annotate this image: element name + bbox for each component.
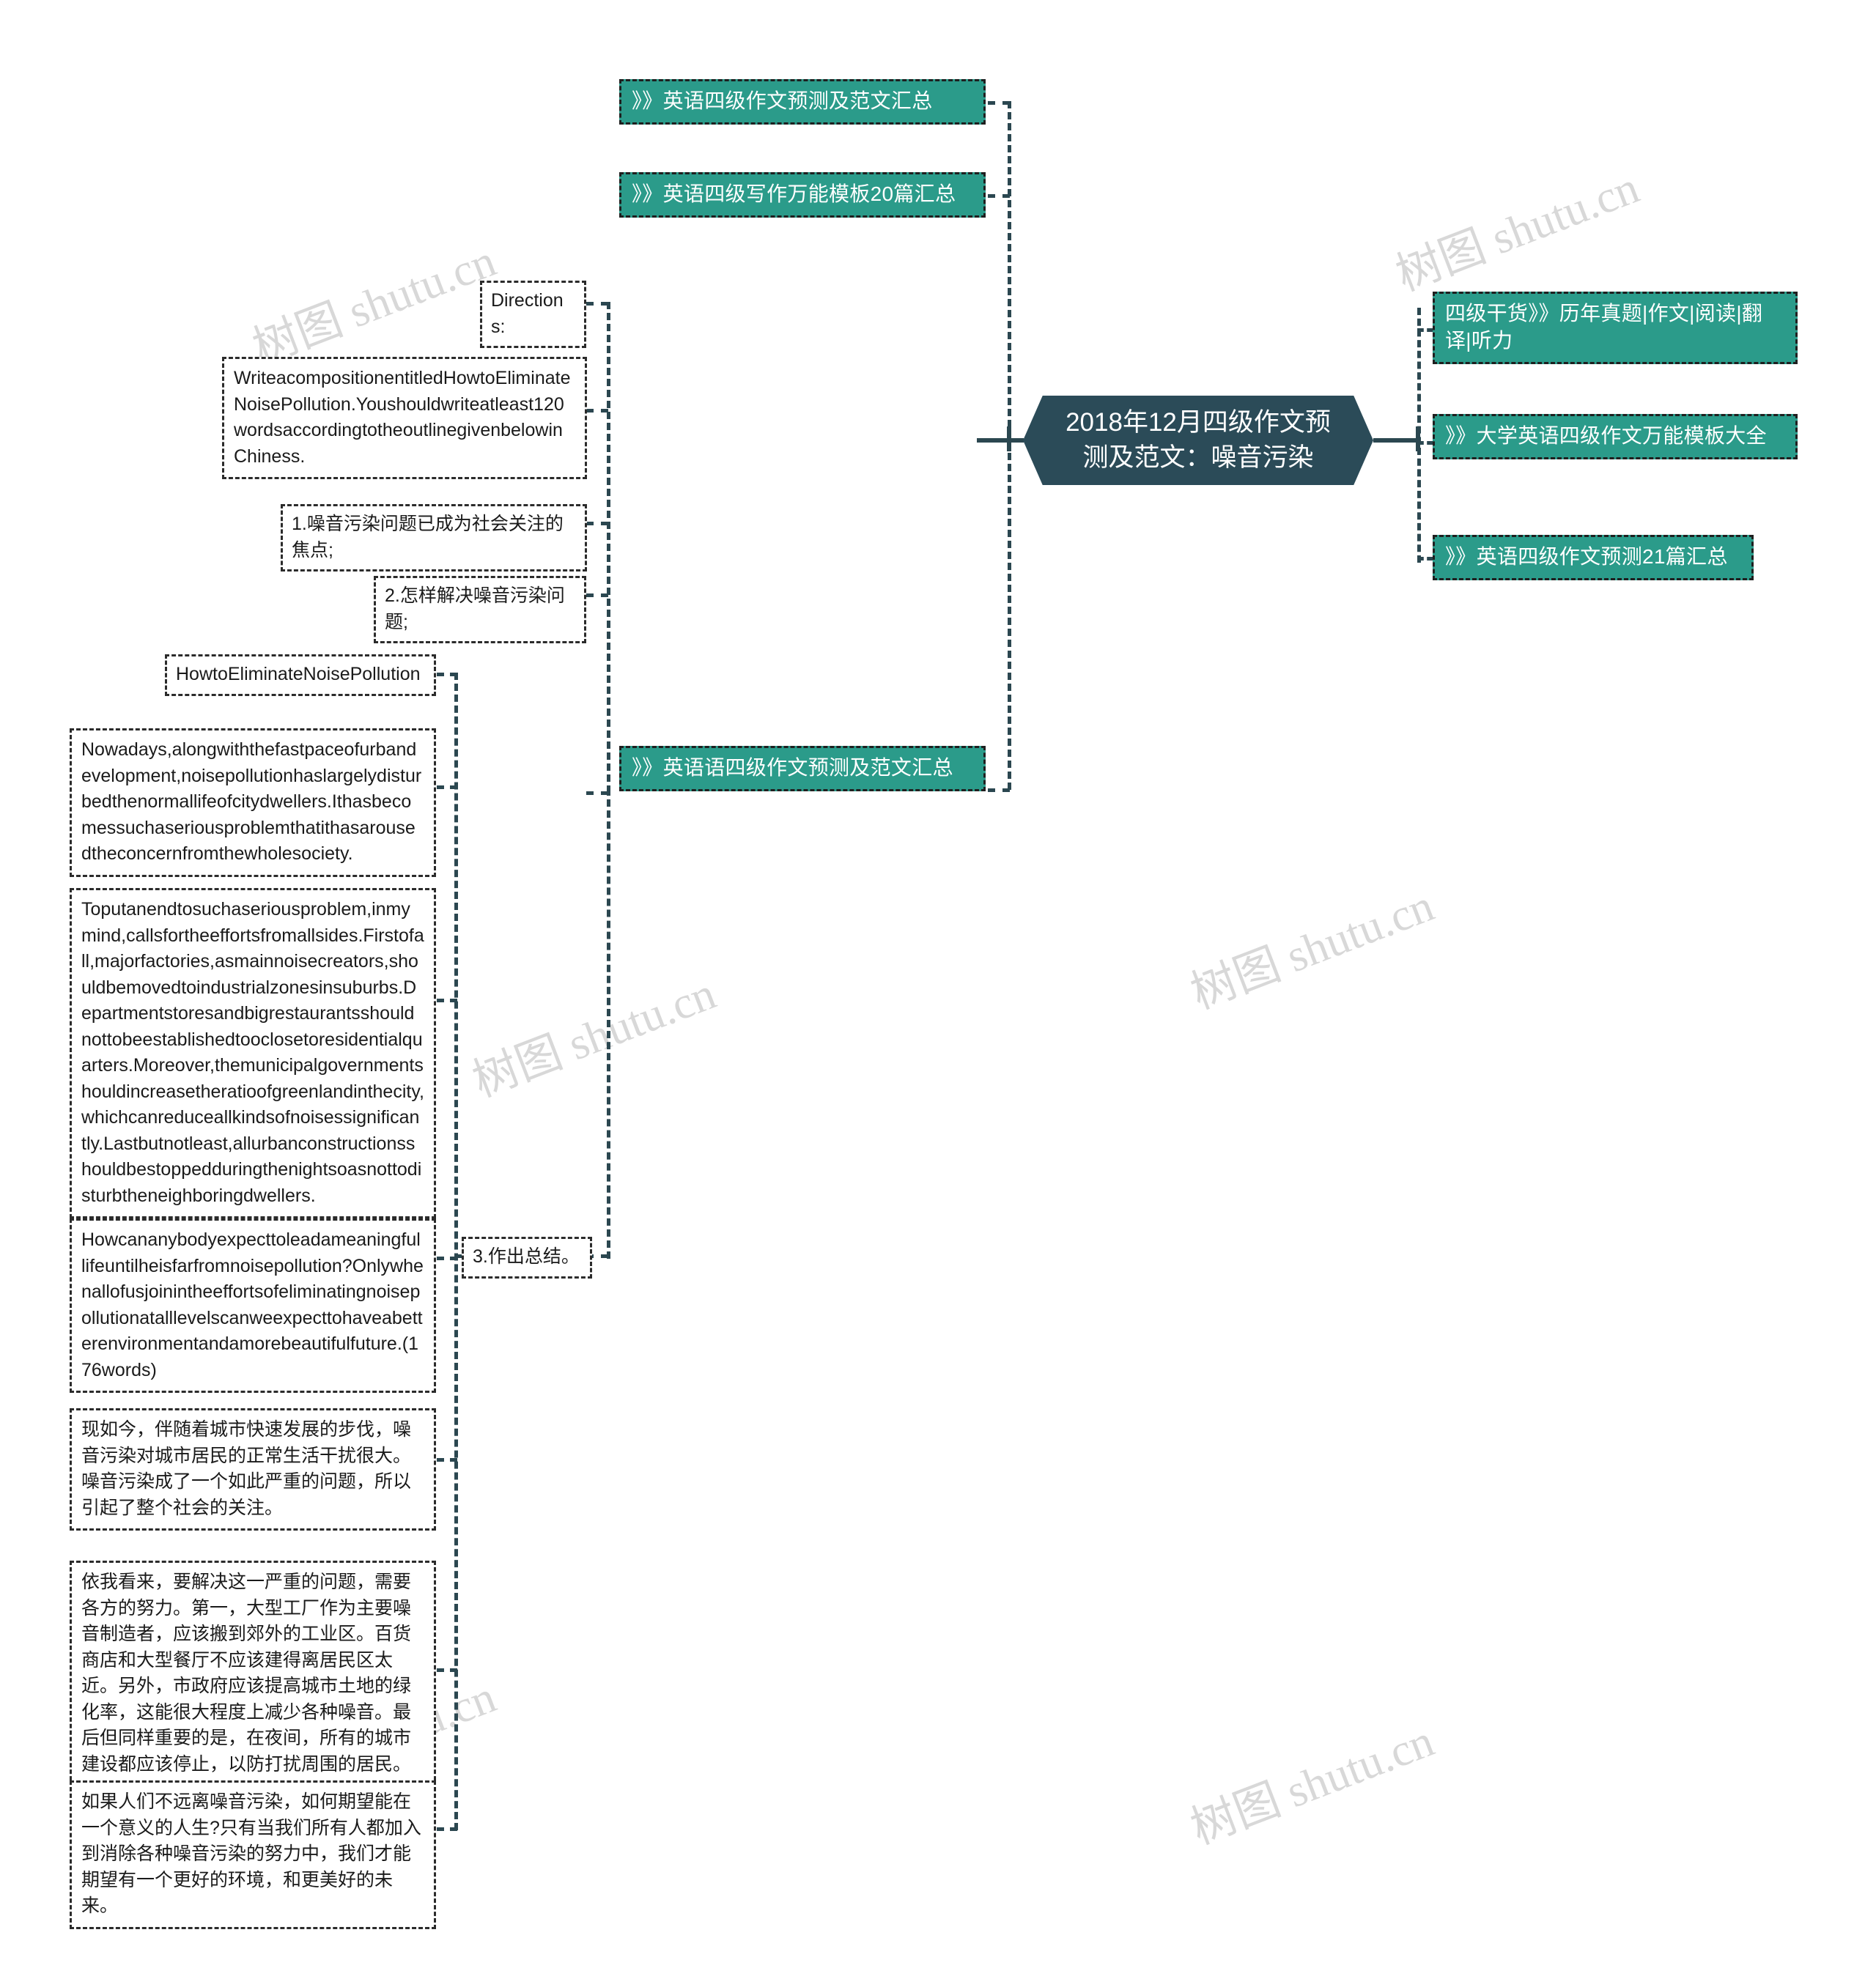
connector-left-joint (1007, 426, 1011, 451)
node-translation-paragraph-text: 依我看来，要解决这一严重的问题，需要各方的努力。第一，大型工厂作为主要噪音制造者… (81, 1572, 412, 1775)
watermark: 树图 shutu.cn (246, 236, 503, 374)
watermark: 树图 shutu.cn (1184, 1716, 1441, 1854)
node-essay-title-text: HowtoEliminateNoisePollution (176, 664, 421, 684)
link-card-label: 》》英语四级作文预测及范文汇总 (632, 89, 933, 112)
link-card-right-1[interactable]: 四级干货》》历年真题|作文|阅读|翻译|听力 (1433, 292, 1798, 364)
connector-right-branch-2 (1417, 441, 1433, 445)
node-translation-paragraph-3[interactable]: 如果人们不远离噪音污染，如何期望能在一个意义的人生?只有当我们所有人都加入到消除… (70, 1780, 436, 1929)
node-outline-point-label: 1.噪音污染问题已成为社会关注的焦点; (292, 514, 564, 561)
connector-trans-branch-3 (437, 1827, 457, 1831)
connector-left-branch-3 (988, 788, 1010, 792)
connector-right-joint (1416, 426, 1420, 451)
node-essay-paragraph-3[interactable]: Howcananybodyexpecttoleadameaningfullife… (70, 1218, 436, 1393)
link-card-label: 》》英语四级写作万能模板20篇汇总 (632, 182, 956, 205)
node-essay-paragraph-text: Howcananybodyexpecttoleadameaningfullife… (81, 1229, 424, 1380)
node-translation-paragraph-text: 如果人们不远离噪音污染，如何期望能在一个意义的人生?只有当我们所有人都加入到消除… (81, 1791, 421, 1916)
connector-essay-branch-2 (437, 999, 457, 1002)
link-card-right-2[interactable]: 》》大学英语四级作文万能模板大全 (1433, 414, 1798, 459)
node-translation-paragraph-text: 现如今，伴随着城市快速发展的步伐，噪音污染对城市居民的正常生活干扰很大。噪音污染… (81, 1419, 412, 1518)
link-card-zh-1[interactable]: 》》英语四级作文预测及范文汇总 (619, 79, 986, 125)
connector-outline-branch-2 (586, 593, 608, 597)
connector-directions-stub (586, 302, 608, 306)
node-directions-body[interactable]: WriteacompositionentitledHowtoEliminateN… (222, 357, 587, 479)
connector-left-branch-2 (988, 194, 1010, 198)
connector-essay-branch-1 (437, 785, 457, 789)
node-essay-title[interactable]: HowtoEliminateNoisePollution (165, 654, 436, 696)
node-directions[interactable]: Directions: (480, 281, 586, 348)
connector-outline-branch-1 (586, 522, 608, 525)
mindmap-canvas: 树图 shutu.cn 树图 shutu.cn 树图 shutu.cn 树图 s… (0, 0, 1876, 1968)
node-outline-point-label: 3.作出总结。 (473, 1246, 580, 1267)
node-essay-paragraph-2[interactable]: Toputanendtosuchaseriousproblem,inmymind… (70, 888, 436, 1218)
link-card-zh-3[interactable]: 》》英语语四级作文预测及范文汇总 (619, 746, 986, 791)
link-card-label: 》》大学英语四级作文万能模板大全 (1445, 424, 1767, 447)
node-outline-point-label: 2.怎样解决噪音污染问题; (385, 585, 565, 632)
node-outline-point-1[interactable]: 1.噪音污染问题已成为社会关注的焦点; (281, 504, 587, 571)
connector-outline-branch-body (586, 409, 608, 413)
connector-outline-trunk (607, 302, 610, 793)
node-essay-paragraph-text: Nowadays,alongwiththefastpaceofurbandeve… (81, 739, 422, 864)
node-essay-paragraph-text: Toputanendtosuchaseriousproblem,inmymind… (81, 899, 424, 1206)
connector-right-branch-3 (1417, 557, 1433, 561)
connector-trans-branch-2 (437, 1668, 457, 1672)
node-essay-paragraph-1[interactable]: Nowadays,alongwiththefastpaceofurbandeve… (70, 728, 436, 877)
watermark: 树图 shutu.cn (466, 969, 723, 1107)
node-translation-paragraph-2[interactable]: 依我看来，要解决这一严重的问题，需要各方的努力。第一，大型工厂作为主要噪音制造者… (70, 1561, 436, 1787)
link-card-label: 》》英语四级作文预测21篇汇总 (1445, 545, 1728, 568)
link-card-label: 四级干货》》历年真题|作文|阅读|翻译|听力 (1445, 302, 1763, 352)
watermark: 树图 shutu.cn (1184, 881, 1441, 1019)
watermark: 树图 shutu.cn (1389, 163, 1646, 301)
connector-outline-trunk-lower (607, 788, 610, 1259)
connector-trans-branch-1 (437, 1458, 457, 1462)
node-directions-label: Directions: (491, 290, 564, 337)
connector-center-to-right (1373, 438, 1419, 443)
connector-left-branch-1 (988, 101, 1010, 105)
connector-center-to-left (977, 438, 1024, 443)
node-translation-paragraph-1[interactable]: 现如今，伴随着城市快速发展的步伐，噪音污染对城市居民的正常生活干扰很大。噪音污染… (70, 1408, 436, 1531)
link-card-label: 》》英语语四级作文预测及范文汇总 (632, 756, 953, 779)
node-outline-point-2[interactable]: 2.怎样解决噪音污染问题; (374, 576, 586, 643)
link-card-right-3[interactable]: 》》英语四级作文预测21篇汇总 (1433, 535, 1754, 580)
node-directions-body-text: WriteacompositionentitledHowtoEliminateN… (234, 368, 571, 467)
connector-essay-trunk (454, 673, 458, 1830)
center-node-label: 2018年12月四级作文预测及范文：噪音污染 (1066, 408, 1331, 472)
node-outline-point-3[interactable]: 3.作出总结。 (462, 1237, 592, 1279)
connector-outline-branch-teal (586, 791, 608, 795)
connector-essay-title-stub (437, 673, 457, 676)
connector-right-branch-1 (1417, 328, 1433, 332)
link-card-zh-2[interactable]: 》》英语四级写作万能模板20篇汇总 (619, 172, 986, 218)
center-node[interactable]: 2018年12月四级作文预测及范文：噪音污染 (1023, 396, 1373, 485)
